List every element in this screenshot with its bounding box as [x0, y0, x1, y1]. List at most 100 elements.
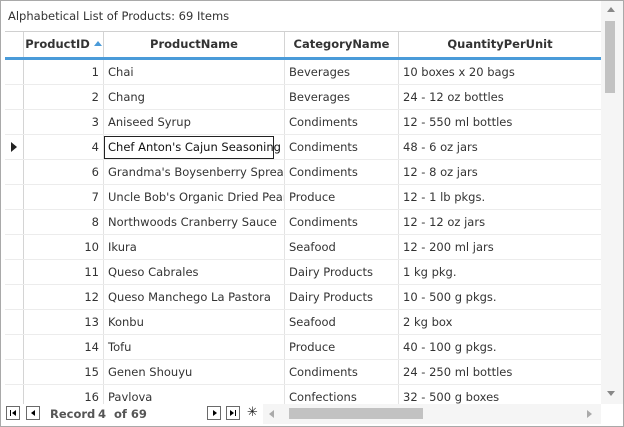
- cell-product-name[interactable]: Queso Manchego La Pastora: [104, 285, 285, 309]
- scroll-right-icon[interactable]: [587, 410, 592, 418]
- scroll-left-icon[interactable]: [269, 410, 274, 418]
- cell-quantity-per-unit[interactable]: 12 - 12 oz jars: [399, 210, 601, 234]
- horizontal-scroll-thumb[interactable]: [289, 408, 423, 419]
- table-row[interactable]: 2 Chang Beverages 24 - 12 oz bottles: [5, 85, 601, 110]
- cell-category-name[interactable]: Condiments: [285, 360, 399, 384]
- cell-category-name[interactable]: Condiments: [285, 210, 399, 234]
- cell-product-id[interactable]: 10: [24, 235, 104, 259]
- cell-product-id[interactable]: 11: [24, 260, 104, 284]
- data-grid[interactable]: ProductID ProductName CategoryName Quant…: [5, 31, 601, 404]
- table-row[interactable]: 14 Tofu Produce 40 - 100 g pkgs.: [5, 335, 601, 360]
- cell-product-name[interactable]: Ikura: [104, 235, 285, 259]
- row-indicator[interactable]: [5, 260, 24, 284]
- cell-product-id[interactable]: 2: [24, 85, 104, 109]
- row-indicator[interactable]: [5, 310, 24, 334]
- cell-product-name[interactable]: Konbu: [104, 310, 285, 334]
- column-header-quantity-per-unit[interactable]: QuantityPerUnit: [399, 32, 601, 57]
- cell-product-id[interactable]: 14: [24, 335, 104, 359]
- cell-category-name[interactable]: Produce: [285, 335, 399, 359]
- cell-category-name[interactable]: Dairy Products: [285, 260, 399, 284]
- cell-product-name[interactable]: Uncle Bob's Organic Dried Pears: [104, 185, 285, 209]
- cell-product-id[interactable]: 13: [24, 310, 104, 334]
- cell-quantity-per-unit[interactable]: 40 - 100 g pkgs.: [399, 335, 601, 359]
- row-indicator[interactable]: [5, 285, 24, 309]
- cell-product-id[interactable]: 15: [24, 360, 104, 384]
- row-indicator[interactable]: [5, 335, 24, 359]
- cell-quantity-per-unit[interactable]: 32 - 500 g boxes: [399, 385, 601, 404]
- cell-product-name[interactable]: Tofu: [104, 335, 285, 359]
- cell-product-name[interactable]: Genen Shouyu: [104, 360, 285, 384]
- cell-product-name[interactable]: Grandma's Boysenberry Spread: [104, 160, 285, 184]
- cell-category-name[interactable]: Beverages: [285, 85, 399, 109]
- cell-product-name[interactable]: Pavlova: [104, 385, 285, 404]
- table-row[interactable]: 6 Grandma's Boysenberry Spread Condiments 1…: [5, 160, 601, 185]
- table-row[interactable]: 1 Chai Beverages 10 boxes x 20 bags: [5, 60, 601, 85]
- table-row[interactable]: 3 Aniseed Syrup Condiments 12 - 550 ml bott…: [5, 110, 601, 135]
- row-indicator[interactable]: [5, 185, 24, 209]
- row-indicator[interactable]: [5, 385, 24, 404]
- cell-quantity-per-unit[interactable]: 12 - 200 ml jars: [399, 235, 601, 259]
- table-row[interactable]: 4 Chef Anton's Cajun Seasoning Condiments 4…: [5, 135, 601, 160]
- cell-product-id[interactable]: 7: [24, 185, 104, 209]
- cell-category-name[interactable]: Condiments: [285, 135, 399, 159]
- cell-category-name[interactable]: Seafood: [285, 235, 399, 259]
- cell-category-name[interactable]: Condiments: [285, 160, 399, 184]
- table-row[interactable]: 12 Queso Manchego La Pastora Dairy Product…: [5, 285, 601, 310]
- cell-quantity-per-unit[interactable]: 12 - 1 lb pkgs.: [399, 185, 601, 209]
- cell-quantity-per-unit[interactable]: 12 - 8 oz jars: [399, 160, 601, 184]
- scroll-up-icon[interactable]: [607, 7, 615, 12]
- cell-quantity-per-unit[interactable]: 10 boxes x 20 bags: [399, 60, 601, 84]
- cell-product-name[interactable]: Chai: [104, 60, 285, 84]
- row-indicator[interactable]: [5, 60, 24, 84]
- row-indicator[interactable]: [5, 85, 24, 109]
- row-indicator[interactable]: [5, 235, 24, 259]
- horizontal-scrollbar[interactable]: [263, 404, 601, 424]
- next-record-button[interactable]: [207, 406, 221, 420]
- table-row[interactable]: 7 Uncle Bob's Organic Dried Pears Produce 1…: [5, 185, 601, 210]
- cell-category-name[interactable]: Beverages: [285, 60, 399, 84]
- cell-quantity-per-unit[interactable]: 2 kg box: [399, 310, 601, 334]
- first-record-button[interactable]: [6, 406, 20, 420]
- cell-product-name[interactable]: Chang: [104, 85, 285, 109]
- vertical-scroll-thumb[interactable]: [605, 21, 615, 93]
- row-indicator[interactable]: [5, 360, 24, 384]
- current-record-number[interactable]: 4: [98, 406, 106, 422]
- cell-category-name[interactable]: Seafood: [285, 310, 399, 334]
- last-record-button[interactable]: [226, 406, 240, 420]
- scroll-down-icon[interactable]: [607, 391, 615, 396]
- table-row[interactable]: 8 Northwoods Cranberry Sauce Condiments 12 …: [5, 210, 601, 235]
- cell-product-id[interactable]: 6: [24, 160, 104, 184]
- row-indicator[interactable]: [5, 110, 24, 134]
- cell-product-name[interactable]: Aniseed Syrup: [104, 110, 285, 134]
- cell-product-id[interactable]: 12: [24, 285, 104, 309]
- cell-quantity-per-unit[interactable]: 10 - 500 g pkgs.: [399, 285, 601, 309]
- row-indicator[interactable]: [5, 160, 24, 184]
- cell-product-id[interactable]: 8: [24, 210, 104, 234]
- cell-product-id[interactable]: 3: [24, 110, 104, 134]
- cell-product-name[interactable]: Northwoods Cranberry Sauce: [104, 210, 285, 234]
- column-header-category-name[interactable]: CategoryName: [285, 32, 399, 57]
- cell-category-name[interactable]: Produce: [285, 185, 399, 209]
- cell-product-id[interactable]: 16: [24, 385, 104, 404]
- column-header-product-id[interactable]: ProductID: [24, 32, 104, 57]
- cell-category-name[interactable]: Dairy Products: [285, 285, 399, 309]
- cell-quantity-per-unit[interactable]: 1 kg pkg.: [399, 260, 601, 284]
- cell-editor[interactable]: Chef Anton's Cajun Seasoning: [104, 136, 281, 159]
- cell-product-name[interactable]: Chef Anton's Cajun Seasoning: [104, 135, 285, 159]
- table-row[interactable]: 16 Pavlova Confections 32 - 500 g boxes: [5, 385, 601, 404]
- table-row[interactable]: 15 Genen Shouyu Condiments 24 - 250 ml bott…: [5, 360, 601, 385]
- cell-category-name[interactable]: Condiments: [285, 110, 399, 134]
- cell-product-id[interactable]: 4: [24, 135, 104, 159]
- cell-product-name[interactable]: Queso Cabrales: [104, 260, 285, 284]
- column-header-product-name[interactable]: ProductName: [104, 32, 285, 57]
- previous-record-button[interactable]: [26, 406, 40, 420]
- row-indicator[interactable]: [5, 210, 24, 234]
- table-row[interactable]: 10 Ikura Seafood 12 - 200 ml jars: [5, 235, 601, 260]
- table-row[interactable]: 11 Queso Cabrales Dairy Products 1 kg pkg.: [5, 260, 601, 285]
- cell-quantity-per-unit[interactable]: 48 - 6 oz jars: [399, 135, 601, 159]
- cell-product-id[interactable]: 1: [24, 60, 104, 84]
- vertical-scrollbar[interactable]: [601, 1, 623, 404]
- cell-category-name[interactable]: Confections: [285, 385, 399, 404]
- cell-quantity-per-unit[interactable]: 24 - 250 ml bottles: [399, 360, 601, 384]
- table-row[interactable]: 13 Konbu Seafood 2 kg box: [5, 310, 601, 335]
